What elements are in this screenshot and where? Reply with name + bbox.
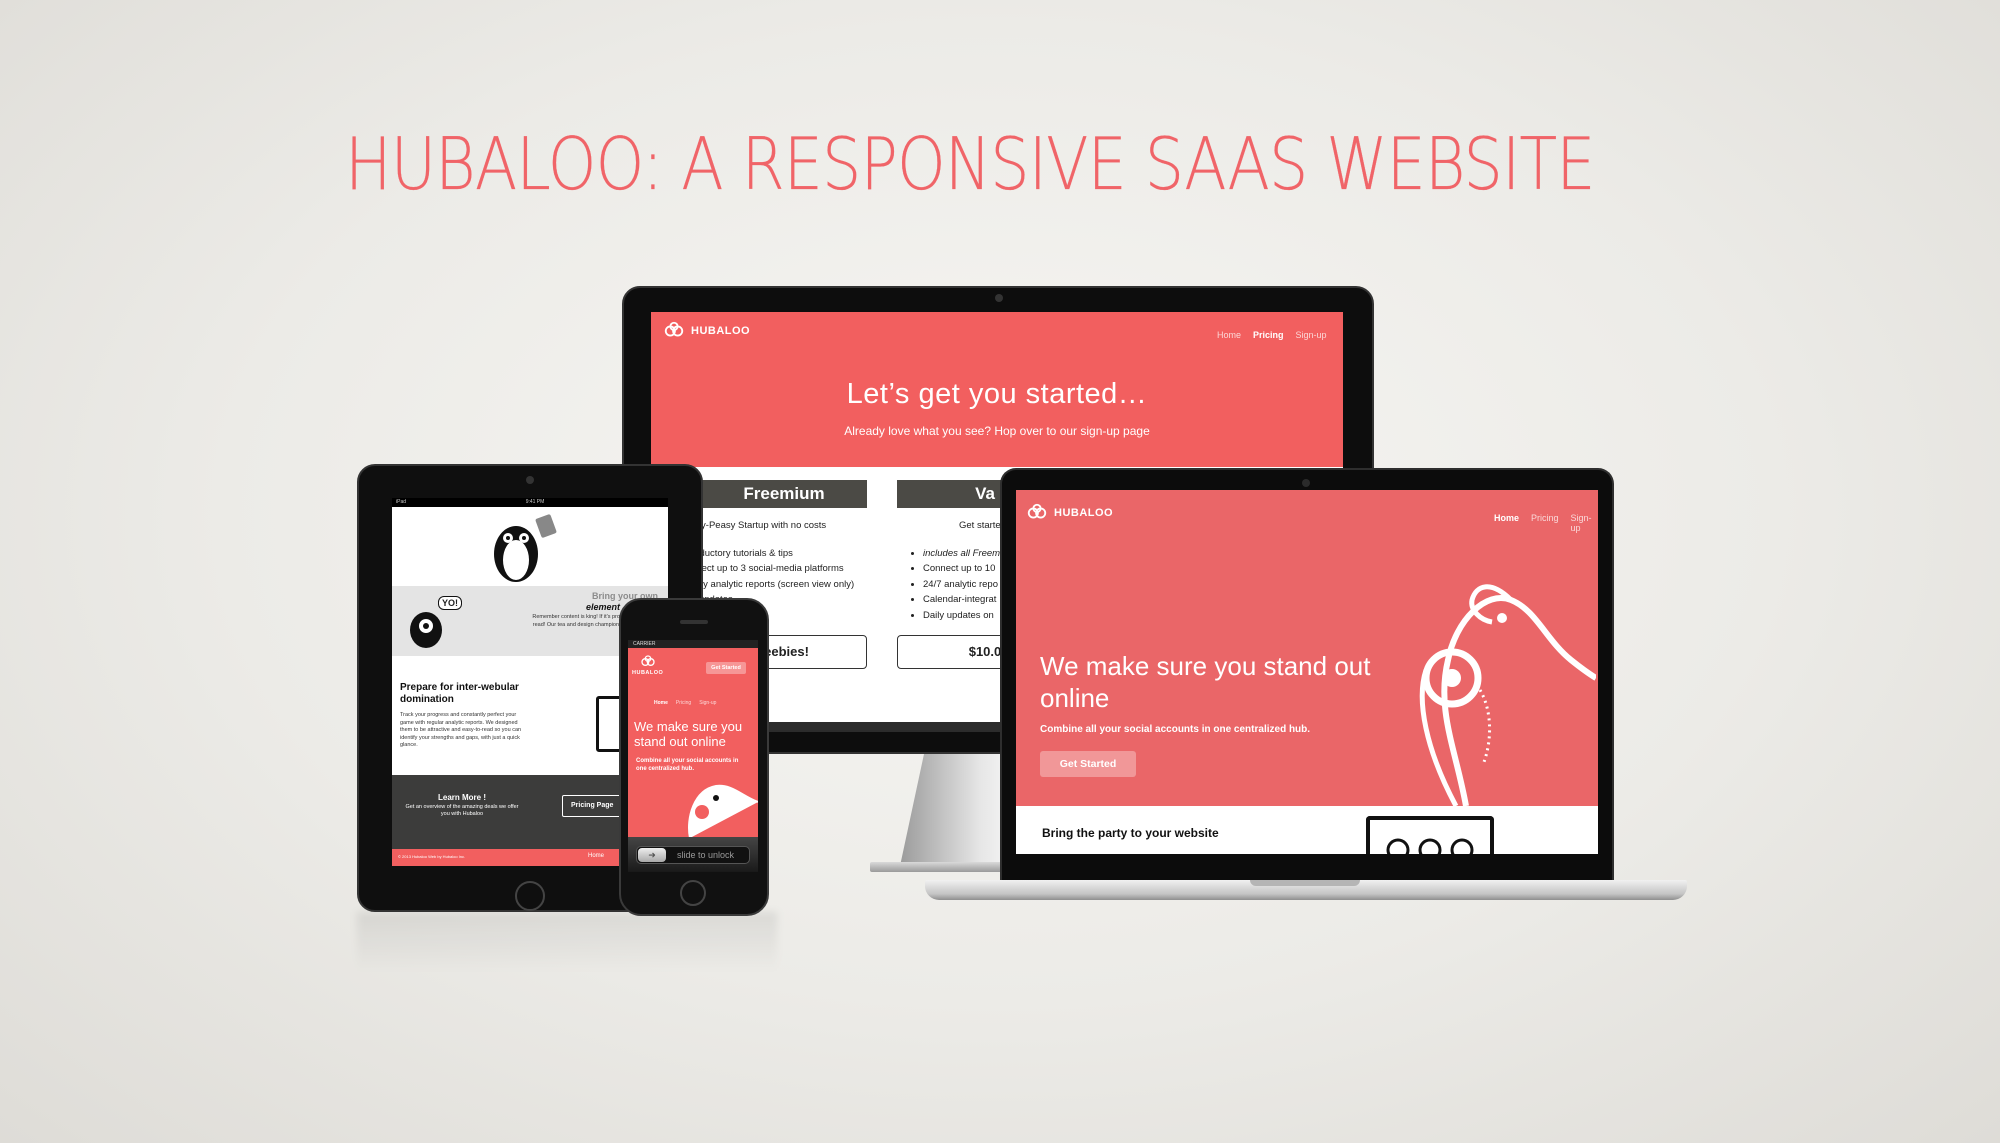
iphone-home-button[interactable] — [680, 880, 706, 906]
laptop-brand[interactable]: HUBALOO — [1026, 502, 1113, 524]
ipad-grey-title-2: element — [586, 602, 621, 612]
iphone-get-started-button[interactable]: Get Started — [706, 662, 746, 674]
plan-feature: roductory tutorials & tips — [691, 547, 793, 559]
laptop-hero-title: We make sure you stand out online — [1040, 651, 1371, 713]
laptop-camera — [1302, 479, 1310, 487]
laptop-nav-pricing[interactable]: Pricing — [1531, 513, 1559, 533]
bird-mascot-icon — [1419, 584, 1596, 806]
ipad-status-time: 9:41 PM — [525, 499, 545, 505]
iphone-brand[interactable]: HUBALOO — [632, 654, 663, 676]
iphone-nav: Home Pricing Sign-up — [654, 700, 716, 706]
bird-mascot-icon — [688, 784, 758, 838]
imac-brand-label: HUBALOO — [691, 325, 751, 337]
ipad-section-text: Track your progress and constantly perfe… — [400, 712, 522, 748]
iphone-brand-label: HUBALOO — [632, 670, 664, 676]
laptop-nav-home[interactable]: Home — [1494, 513, 1519, 533]
ipad-footer-home-link[interactable]: Home — [588, 853, 604, 859]
laptop-hero-subtitle: Combine all your social accounts in one … — [1040, 724, 1311, 735]
monitor-illustration — [1366, 816, 1494, 854]
laptop-notch — [1250, 880, 1360, 886]
ipad-footer-copyright: © 2013 Hubaloo Web by Hubaloo Inc. — [398, 854, 466, 859]
imac-nav: Home Pricing Sign-up — [1217, 330, 1327, 340]
ipad-dark-text: Get an overview of the amazing deals we … — [405, 804, 519, 817]
ipad-status-bar: iPad 9:41 PM — [392, 498, 668, 507]
imac-hero: HUBALOO Home Pricing Sign-up Let’s get y… — [651, 312, 1343, 467]
iphone-hero-title: We make sure you stand out online — [634, 719, 743, 749]
penguin-mascot-icon — [494, 514, 557, 582]
get-started-button[interactable]: Get Started — [1040, 751, 1136, 777]
ipad-home-button[interactable] — [515, 881, 545, 911]
laptop-screen: HUBALOO Home Pricing Sign-up We make sur… — [1016, 490, 1598, 854]
imac-camera — [995, 294, 1003, 302]
imac-brand[interactable]: HUBALOO — [663, 320, 750, 342]
page-headline: HUBALOO: A RESPONSIVE SAAS WEBSITE — [345, 122, 1596, 206]
ipad-camera — [526, 476, 534, 484]
iphone-speaker — [680, 620, 708, 624]
hubaloo-logo-icon — [640, 655, 655, 666]
laptop-hero: HUBALOO Home Pricing Sign-up We make sur… — [1016, 490, 1598, 806]
laptop-bezel-bottom — [1008, 854, 1606, 880]
plan-feature: ekly analytic reports (screen view only) — [691, 578, 855, 590]
iphone-hero-subtitle: Combine all your social accounts in one … — [636, 758, 739, 772]
iphone-screen: CARRIER HUBALOO Get Started Home Pricing… — [628, 640, 758, 872]
iphone-nav-home[interactable]: Home — [654, 700, 668, 706]
speech-bubble: YO! — [438, 596, 463, 610]
imac-nav-signup[interactable]: Sign-up — [1296, 330, 1327, 340]
slide-arrow-icon[interactable]: ➜ — [638, 848, 666, 862]
iphone-nav-pricing[interactable]: Pricing — [676, 700, 691, 706]
imac-nav-home[interactable]: Home — [1217, 330, 1241, 340]
ipad-section-title: Prepare for inter-webular domination — [400, 682, 519, 705]
ipad-dark-title: Learn More ! — [437, 793, 486, 802]
imac-nav-pricing[interactable]: Pricing — [1253, 330, 1284, 340]
hubaloo-logo-icon — [1027, 503, 1047, 519]
laptop-section-title: Bring the party to your website — [1042, 826, 1219, 840]
imac-hero-title: Let’s get you started… — [846, 378, 1148, 410]
laptop-nav-signup[interactable]: Sign-up — [1571, 513, 1598, 533]
iphone-nav-signup[interactable]: Sign-up — [699, 700, 716, 706]
ipad-status-carrier: iPad — [396, 499, 407, 505]
plan-title: Freemium — [701, 480, 867, 508]
laptop-brand-label: HUBALOO — [1054, 507, 1114, 519]
plan-feature: nnect up to 3 social-media platforms — [691, 563, 844, 574]
device-reflection — [357, 912, 777, 972]
plan-tagline: asy-Peasy Startup with no costs — [691, 520, 827, 531]
hubaloo-logo-icon — [664, 321, 684, 337]
penguins-icon — [1386, 838, 1474, 854]
imac-hero-subtitle: Already love what you see? Hop over to o… — [844, 424, 1150, 438]
iphone-status-bar: CARRIER — [628, 640, 758, 648]
laptop-nav: Home Pricing Sign-up — [1494, 513, 1598, 533]
